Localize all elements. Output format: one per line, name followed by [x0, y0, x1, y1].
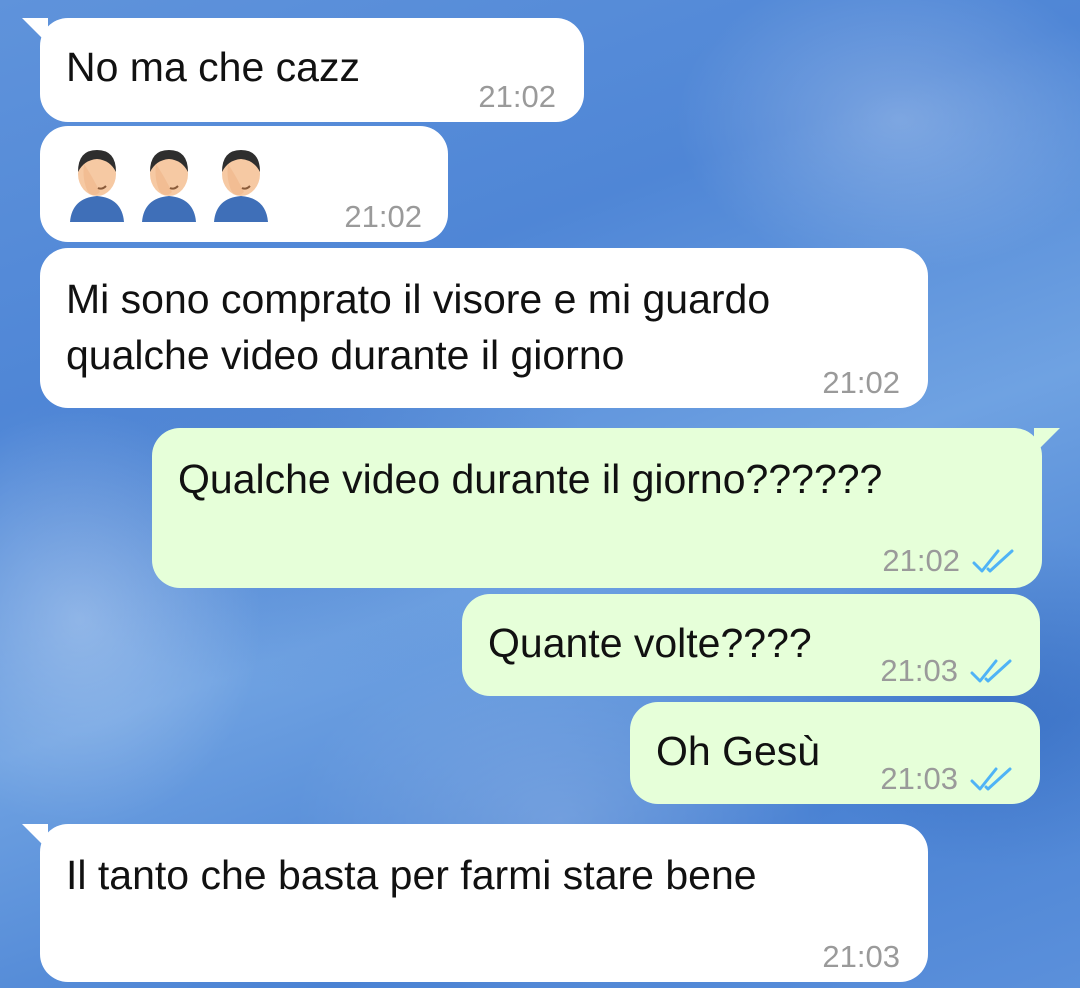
message-bubble-outgoing[interactable]: Quante volte???? 21:03: [462, 594, 1040, 696]
message-timestamp: 21:03: [880, 642, 1014, 700]
man-facepalming-emoji-icon: [70, 150, 124, 222]
message-bubble-incoming[interactable]: Mi sono comprato il visore e mi guardo q…: [40, 248, 928, 408]
message-bubble-incoming[interactable]: 21:02: [40, 126, 448, 242]
message-text: Quante volte????: [488, 620, 812, 666]
message-timestamp: 21:02: [882, 532, 1016, 590]
double-check-read-icon: [970, 659, 1012, 683]
message-timestamp: 21:02: [344, 188, 422, 246]
message-text: Qualche video durante il giorno??????: [178, 456, 883, 502]
timestamp-text: 21:02: [344, 199, 422, 234]
double-check-read-icon: [970, 767, 1012, 791]
message-timestamp: 21:03: [880, 750, 1014, 808]
message-text-line: Mi sono comprato il visore e mi guardo: [66, 276, 771, 322]
message-timestamp: 21:02: [478, 68, 556, 126]
timestamp-text: 21:02: [822, 365, 900, 400]
message-text: Il tanto che basta per farmi stare bene: [66, 852, 757, 898]
message-bubble-outgoing[interactable]: Qualche video durante il giorno?????? 21…: [152, 428, 1060, 590]
message-text: Oh Gesù: [656, 728, 821, 774]
message-timestamp: 21:03: [822, 928, 900, 986]
timestamp-text: 21:03: [880, 653, 958, 688]
timestamp-text: 21:02: [478, 79, 556, 114]
message-bubble-incoming[interactable]: No ma che cazz 21:02: [22, 18, 584, 122]
timestamp-text: 21:02: [882, 543, 960, 578]
message-text-line: qualche video durante il giorno: [66, 332, 625, 378]
message-bubble-outgoing[interactable]: Oh Gesù 21:03: [630, 702, 1040, 804]
double-check-read-icon: [972, 549, 1014, 573]
man-facepalming-emoji-icon: [214, 150, 268, 222]
man-facepalming-emoji-icon: [142, 150, 196, 222]
timestamp-text: 21:03: [822, 939, 900, 974]
timestamp-text: 21:03: [880, 761, 958, 796]
message-timestamp: 21:02: [822, 354, 900, 412]
message-text: No ma che cazz: [66, 44, 360, 90]
message-bubble-incoming[interactable]: Il tanto che basta per farmi stare bene …: [22, 824, 928, 982]
